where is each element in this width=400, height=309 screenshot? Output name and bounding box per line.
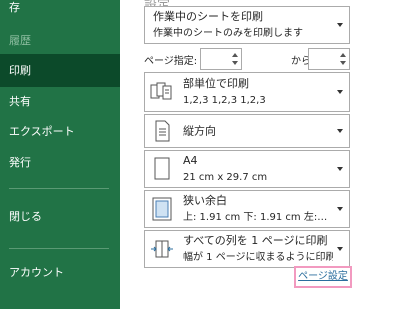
spin-up-icon[interactable]	[232, 53, 238, 57]
chevron-down-icon	[337, 167, 343, 171]
paper-size-desc: 21 cm x 29.7 cm	[183, 172, 268, 183]
portrait-page-icon	[150, 119, 174, 143]
nav-item-publish[interactable]: 発行	[0, 155, 120, 171]
nav-item-save-as[interactable]: 存	[0, 0, 120, 16]
chevron-down-icon	[337, 23, 343, 27]
spin-up-icon[interactable]	[340, 53, 346, 57]
chevron-down-icon	[337, 247, 343, 251]
fit-columns-icon	[150, 237, 174, 261]
nav-item-share[interactable]: 共有	[0, 94, 120, 110]
nav-item-print[interactable]: 印刷	[0, 54, 120, 87]
print-settings-panel: 設定 作業中のシートを印刷 作業中のシートのみを印刷します ページ指定: から	[120, 0, 400, 309]
scaling-desc: 幅が 1 ページに収まるように印刷…	[183, 252, 333, 263]
paper-size-dropdown[interactable]: A4 21 cm x 29.7 cm	[144, 150, 350, 188]
spin-down-icon[interactable]	[340, 61, 346, 65]
collation-dropdown[interactable]: 部単位で印刷 1,2,3 1,2,3 1,2,3	[144, 72, 350, 112]
margins-dropdown[interactable]: 狭い余白 上: 1.91 cm 下: 1.91 cm 左:…	[144, 190, 350, 228]
pages-from-spinner[interactable]	[200, 48, 242, 70]
sidebar-divider	[9, 248, 109, 249]
nav-item-export[interactable]: エクスポート	[0, 124, 120, 140]
collation-title: 部単位で印刷	[183, 77, 249, 90]
margins-icon	[150, 197, 174, 221]
page-setup-link[interactable]: ページ設定	[294, 266, 352, 288]
orientation-title: 縦方向	[183, 124, 216, 138]
print-what-desc: 作業中のシートのみを印刷します	[153, 28, 303, 39]
backstage-sidebar: 存 履歴 印刷 共有 エクスポート 発行 閉じる アカウント	[0, 0, 120, 309]
chevron-down-icon	[337, 90, 343, 94]
paper-size-icon	[150, 157, 174, 181]
scaling-title: すべての列を 1 ページに印刷	[183, 234, 328, 247]
print-what-dropdown[interactable]: 作業中のシートを印刷 作業中のシートのみを印刷します	[144, 6, 350, 44]
nav-item-history: 履歴	[9, 34, 31, 47]
paper-size-title: A4	[183, 154, 198, 167]
collation-desc: 1,2,3 1,2,3 1,2,3	[183, 95, 266, 106]
orientation-dropdown[interactable]: 縦方向	[144, 114, 350, 148]
pages-label: ページ指定:	[144, 56, 198, 67]
pages-to-spinner[interactable]	[308, 48, 350, 70]
chevron-down-icon	[337, 129, 343, 133]
sidebar-divider	[9, 188, 109, 189]
margins-desc: 上: 1.91 cm 下: 1.91 cm 左:…	[183, 212, 328, 223]
scaling-dropdown[interactable]: すべての列を 1 ページに印刷 幅が 1 ページに収まるように印刷…	[144, 230, 350, 268]
margins-title: 狭い余白	[183, 194, 227, 207]
print-what-title: 作業中のシートを印刷	[153, 10, 263, 23]
spin-down-icon[interactable]	[232, 61, 238, 65]
nav-item-close[interactable]: 閉じる	[0, 209, 120, 225]
collate-icon	[150, 80, 174, 104]
chevron-down-icon	[337, 207, 343, 211]
nav-item-account[interactable]: アカウント	[0, 265, 120, 281]
pages-row: ページ指定: から	[144, 48, 350, 70]
